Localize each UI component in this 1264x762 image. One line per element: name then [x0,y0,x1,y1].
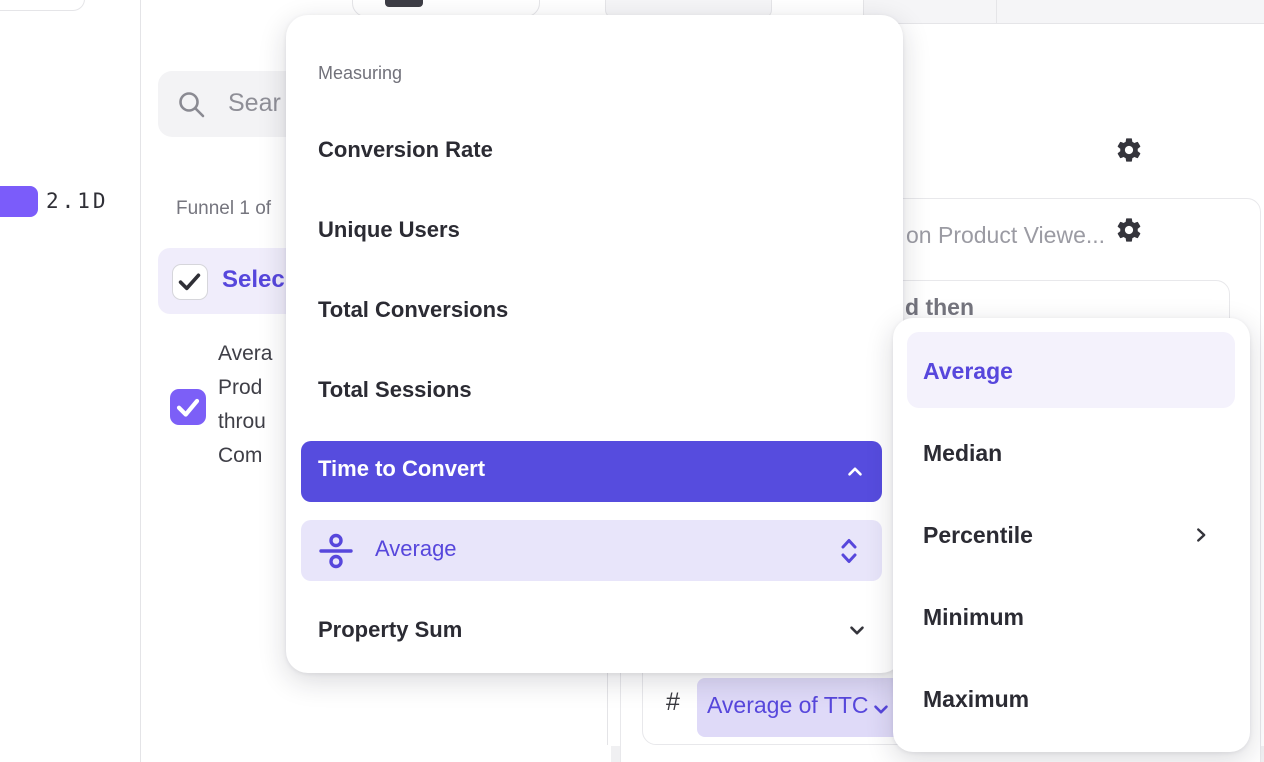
toolbar-button-glyph [385,0,423,7]
check-icon [173,265,206,298]
chevron-up-icon [844,461,866,483]
submenu-item-percentile[interactable]: Percentile [923,520,1033,550]
average-aggregation-label: Average [375,536,457,562]
search-placeholder: Sear [228,89,281,118]
time-to-convert-label: Time to Convert [318,456,485,482]
menu-item-property-sum[interactable]: Property Sum [318,615,462,645]
submenu-item-minimum[interactable]: Minimum [923,602,1024,632]
gear-icon[interactable] [1115,136,1143,164]
app-canvas: Sear 2.1D Funnel 1 of Selec Avera Prod t… [0,0,1264,762]
search-icon [176,89,208,121]
left-divider-line [140,0,141,762]
average-of-ttc-label: Average of TTC [707,692,869,719]
top-left-card-corner [0,0,85,11]
menu-item-time-to-convert[interactable]: Time to Convert [301,441,882,502]
then-label: d then [905,294,974,321]
check-icon [170,389,206,425]
event-step-label[interactable]: on Product Viewe... [906,222,1105,249]
number-type-symbol: # [666,688,680,717]
menu-item-unique-users[interactable]: Unique Users [318,215,460,245]
chevron-down-icon[interactable] [846,619,868,641]
funnel-step-label: Funnel 1 of [176,198,271,220]
menu-item-average-aggregation[interactable]: Average [301,520,882,581]
selected-row-label: Selec [222,266,285,294]
funnel-row-checkbox[interactable] [172,264,208,300]
gear-icon[interactable] [1115,216,1143,244]
menu-item-total-sessions[interactable]: Total Sessions [318,375,472,405]
chevron-down-icon [870,698,892,720]
submenu-item-average-label[interactable]: Average [923,356,1013,386]
top-toolbar-segment-right[interactable] [996,0,1264,24]
metric-checkbox[interactable] [170,389,206,425]
duration-color-badge[interactable] [0,186,38,217]
submenu-item-maximum[interactable]: Maximum [923,684,1029,714]
menu-item-conversion-rate[interactable]: Conversion Rate [318,135,493,165]
chevron-right-icon [1190,524,1212,546]
menu-item-total-conversions[interactable]: Total Conversions [318,295,508,325]
aggregation-submenu: Average Median Percentile Minimum Maximu… [893,318,1250,752]
average-divide-icon [318,533,354,569]
measuring-dropdown-menu: Measuring Conversion Rate Unique Users T… [286,15,903,673]
submenu-item-median[interactable]: Median [923,438,1002,468]
chevron-up-down-icon [837,535,861,567]
menu-header: Measuring [318,63,402,84]
duration-value: 2.1D [46,189,109,213]
